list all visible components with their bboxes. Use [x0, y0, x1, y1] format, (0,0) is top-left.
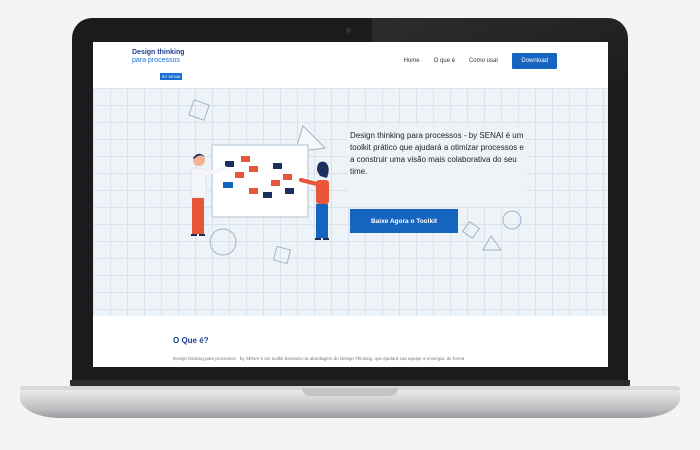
man-pants	[192, 198, 204, 234]
deco-square-2	[272, 245, 292, 265]
sticky-note	[225, 161, 234, 167]
sticky-note	[241, 156, 250, 162]
webcam	[346, 28, 351, 33]
logo-badge: BY SENAI	[160, 73, 183, 80]
sticky-note	[285, 188, 294, 194]
laptop-notch	[302, 388, 398, 396]
nav-como-usar[interactable]: Como usar	[469, 58, 498, 64]
nav-home[interactable]: Home	[404, 58, 420, 64]
logo-title: Design thinking	[132, 49, 185, 56]
laptop-screen: Design thinking para processos BY SENAI …	[93, 42, 608, 367]
deco-diamond	[461, 220, 481, 240]
sticky-note	[271, 180, 280, 186]
deco-circle	[209, 228, 237, 256]
hero-description: Design thinking para processos - by SENA…	[350, 131, 524, 176]
whiteboard	[211, 144, 309, 218]
sticky-note	[263, 192, 272, 198]
main-nav: Home O que é Como usar Download	[404, 53, 557, 69]
sticky-note	[235, 172, 244, 178]
sticky-note	[283, 174, 292, 180]
section-title: O Que é?	[173, 336, 209, 345]
site-logo[interactable]: Design thinking para processos BY SENAI	[132, 49, 185, 83]
download-button[interactable]: Download	[512, 53, 557, 69]
logo-subtitle: para processos	[132, 57, 180, 64]
deco-circle-right	[502, 210, 522, 230]
section-text: Design thinking para processos - by SENA…	[173, 356, 465, 361]
deco-square	[188, 99, 210, 121]
hero-illustration	[188, 99, 329, 265]
woman-pants	[316, 204, 328, 238]
deco-triangle-right	[482, 235, 502, 251]
o-que-e-section: O Que é? Design thinking para processos …	[93, 316, 608, 367]
hero-text-box: Design thinking para processos - by SENA…	[348, 124, 526, 206]
sticky-note	[249, 188, 258, 194]
site-header: Design thinking para processos BY SENAI …	[93, 42, 608, 88]
download-toolkit-button[interactable]: Baixe Agora o Toolkit	[350, 209, 458, 233]
sticky-note	[273, 163, 282, 169]
hero-section: Design thinking para processos - by SENA…	[93, 88, 608, 316]
sticky-note	[249, 166, 258, 172]
sticky-note	[223, 182, 233, 188]
nav-o-que-e[interactable]: O que é	[434, 58, 455, 64]
